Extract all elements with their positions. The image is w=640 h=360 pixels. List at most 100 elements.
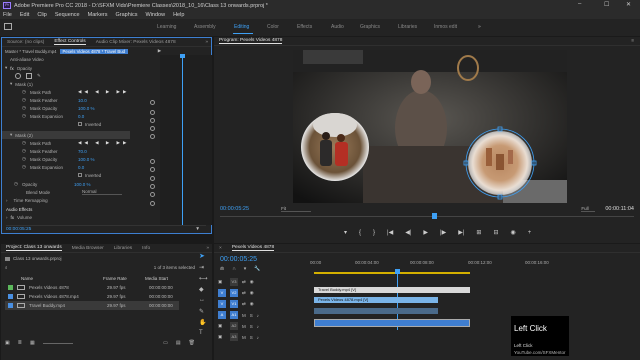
menu-markers[interactable]: Markers (88, 12, 108, 18)
snap-icon[interactable]: ⋒ (220, 266, 224, 272)
mute-icon[interactable]: M (242, 335, 246, 340)
reset-icon[interactable] (150, 134, 155, 139)
go-to-in-icon[interactable]: |◀ (387, 229, 393, 236)
solo-icon[interactable]: S (250, 313, 253, 318)
mask-2-inverted-checkbox[interactable] (78, 173, 82, 178)
ripple-edit-tool-icon[interactable]: ⟷ (199, 275, 208, 282)
track-name-a1[interactable]: A1 (230, 311, 238, 319)
search-icon[interactable]: ⌕ (5, 265, 8, 270)
track-name-a3[interactable]: A3 (230, 333, 238, 341)
mask-2-opacity-value[interactable]: 100.0 % (78, 157, 95, 162)
menu-file[interactable]: File (3, 12, 12, 18)
panel-overflow-icon[interactable]: » (206, 246, 209, 251)
effect-controls-timeline[interactable] (160, 54, 212, 225)
lock-icon[interactable]: ▣ (218, 279, 226, 285)
opacity-property-value[interactable]: 100.0 % (74, 182, 91, 187)
program-monitor-title[interactable]: Program: Pexels Videos 4878 (219, 38, 283, 44)
eye-icon[interactable]: ◉ (250, 290, 254, 296)
workspace-effects[interactable]: Effects (297, 24, 312, 30)
workspaces-overflow[interactable]: » (478, 24, 481, 30)
tab-libraries[interactable]: Libraries (114, 246, 132, 251)
mic-icon[interactable]: ♪ (257, 313, 259, 318)
workspace-libraries[interactable]: Libraries (398, 24, 417, 30)
workspace-assembly[interactable]: Assembly (194, 24, 216, 30)
tab-source[interactable]: Source: (no clips) (7, 40, 44, 45)
mask-2-expansion-value[interactable]: 0.0 (78, 165, 84, 170)
mark-in-icon[interactable]: { (359, 230, 361, 236)
razor-tool-icon[interactable]: ◆ (199, 286, 204, 293)
track-name-v3[interactable]: V3 (230, 278, 238, 286)
pen-mask-icon[interactable]: ✎ (37, 73, 41, 79)
add-marker-icon[interactable]: ▾ (244, 266, 247, 272)
filter-icon[interactable]: ▼ (195, 227, 200, 232)
tab-sequence[interactable]: Pexels Videos 4878 (231, 245, 275, 251)
hand-tool-icon[interactable]: ✋ (199, 319, 206, 326)
work-area-bar[interactable] (314, 272, 470, 274)
menu-graphics[interactable]: Graphics (116, 12, 138, 18)
project-item[interactable]: Pexels Videos 4878 29.97 fps 00:00:00:00 (5, 283, 179, 292)
effect-controls-timecode[interactable]: 00:00:05:25 (6, 227, 31, 232)
lock-icon[interactable]: ▣ (218, 323, 226, 329)
close-sequence-icon[interactable]: × (219, 246, 222, 251)
tab-audio-clip-mixer[interactable]: Audio Clip Mixer: Pexels Videos 4878 (96, 40, 176, 45)
play-clip-audio-icon[interactable]: ▶ (158, 48, 161, 54)
mark-out-icon[interactable]: } (373, 230, 375, 236)
active-clip-label[interactable]: Pexels Videos 4878 * Travel Bud (59, 48, 129, 54)
export-frame-icon[interactable]: ◉ (510, 229, 515, 236)
column-frame-rate[interactable]: Frame Rate (103, 276, 145, 281)
track-name-v1[interactable]: V1 (230, 300, 238, 308)
workspace-color[interactable]: Color (267, 24, 279, 30)
type-tool-icon[interactable]: T (199, 330, 203, 336)
reset-icon[interactable] (150, 100, 155, 105)
solo-icon[interactable]: S (250, 335, 253, 340)
eye-icon[interactable]: ◉ (250, 279, 254, 285)
menu-window[interactable]: Window (146, 12, 166, 18)
track-name-a2[interactable]: A2 (230, 322, 238, 330)
reset-icon[interactable] (150, 192, 155, 197)
tab-info[interactable]: Info (142, 246, 150, 251)
home-icon[interactable] (4, 23, 12, 30)
panel-overflow-icon[interactable]: ≡ (631, 39, 634, 44)
reset-icon[interactable] (150, 110, 155, 115)
workspace-editing[interactable]: Editing (234, 24, 249, 30)
mic-icon[interactable]: ♪ (257, 324, 259, 329)
list-view-icon[interactable]: ≣ (18, 340, 22, 346)
solo-icon[interactable]: S (250, 324, 253, 329)
ellipse-mask-icon[interactable] (15, 73, 21, 80)
selection-tool-icon[interactable]: ➤ (199, 252, 205, 260)
step-back-icon[interactable]: ◀| (405, 229, 411, 236)
column-name[interactable]: Name (5, 276, 103, 281)
maximize-button[interactable]: ☐ (604, 1, 609, 8)
blend-mode-dropdown[interactable]: Normal (82, 189, 122, 196)
button-editor-icon[interactable]: + (528, 230, 532, 236)
source-patch-v1[interactable]: V (218, 300, 226, 308)
mask-2-feather-value[interactable]: 70.0 (78, 149, 87, 154)
reset-icon[interactable] (150, 126, 155, 131)
eye-icon[interactable]: ◉ (250, 301, 254, 307)
step-forward-icon[interactable]: |▶ (440, 229, 446, 236)
minimize-button[interactable]: – (578, 1, 581, 7)
reset-icon[interactable] (150, 159, 155, 164)
trash-icon[interactable]: 🗑 (189, 340, 195, 346)
rectangle-mask-icon[interactable] (26, 73, 32, 80)
new-bin-icon[interactable]: ▭ (163, 340, 168, 346)
clip-pexels-4878[interactable]: Pexels Videos 4878.mp4 [V] (314, 297, 438, 303)
sync-lock-icon[interactable]: ⇄ (242, 279, 246, 285)
mute-icon[interactable]: M (242, 313, 246, 318)
workspace-graphics[interactable]: Graphics (360, 24, 380, 30)
pen-tool-icon[interactable]: ✎ (199, 308, 204, 315)
new-item-icon[interactable]: ▤ (176, 340, 181, 346)
menu-help[interactable]: Help (173, 12, 184, 18)
program-timecode[interactable]: 00:00:05:25 (220, 206, 249, 212)
menu-sequence[interactable]: Sequence (55, 12, 80, 18)
reset-icon[interactable] (150, 118, 155, 123)
mask-1-expansion-value[interactable]: 0.0 (78, 114, 84, 119)
go-to-out-icon[interactable]: ▶| (458, 229, 464, 236)
panel-overflow-icon[interactable]: » (205, 40, 208, 45)
linked-selection-icon[interactable]: ∩ (232, 266, 236, 272)
master-clip-label[interactable]: Master * Travel Buddy.mp4 (5, 49, 57, 54)
mask-1-feather-value[interactable]: 10.0 (78, 98, 87, 103)
mask-path-track-controls[interactable]: ◀◀ ◀ ▶ ▶▶ (78, 140, 130, 146)
play-icon[interactable]: ▶ (423, 229, 428, 236)
lock-icon[interactable]: ▣ (5, 340, 10, 346)
